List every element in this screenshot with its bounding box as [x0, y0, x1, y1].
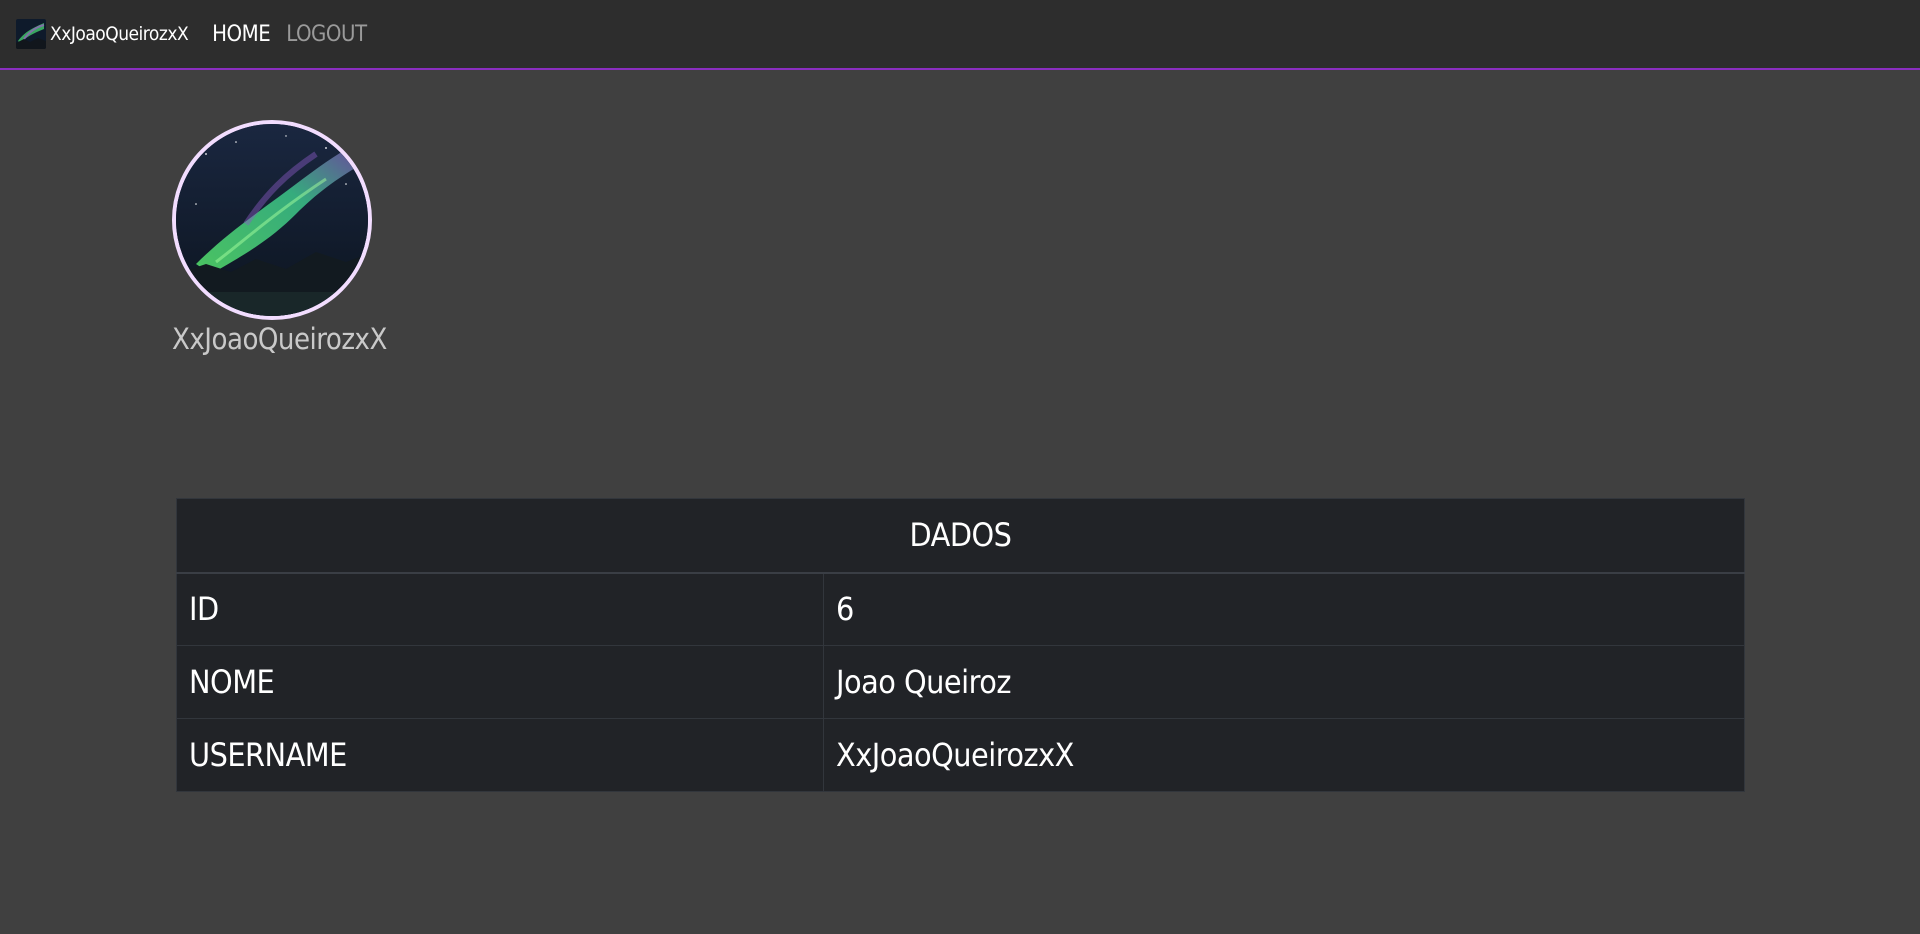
row-label-username: USERNAME: [176, 718, 824, 792]
row-value-id: 6: [823, 572, 1745, 646]
brand-label: XxJoaoQueirozxX: [50, 23, 189, 45]
avatar: [172, 120, 372, 320]
table-header-title: DADOS: [176, 498, 1745, 574]
avatar-aurora-image: [176, 124, 368, 316]
user-data-table: DADOS ID 6 NOME Joao Queiroz USERNAME Xx…: [176, 498, 1745, 792]
nav-logout-link[interactable]: LOGOUT: [286, 22, 367, 47]
top-navbar: XxJoaoQueirozxX HOME LOGOUT: [0, 0, 1920, 70]
row-label-id: ID: [176, 572, 824, 646]
profile-username: XxJoaoQueirozxX: [172, 322, 387, 356]
nav-home-link[interactable]: HOME: [212, 22, 271, 47]
table-row-nome: NOME Joao Queiroz: [176, 645, 1745, 719]
profile-card: XxJoaoQueirozxX: [172, 120, 387, 356]
brand-aurora-thumbnail: [16, 19, 46, 49]
table-header-row: DADOS: [176, 498, 1745, 574]
row-value-username: XxJoaoQueirozxX: [823, 718, 1745, 792]
row-label-nome: NOME: [176, 645, 824, 719]
table-row-username: USERNAME XxJoaoQueirozxX: [176, 718, 1745, 792]
brand-link[interactable]: XxJoaoQueirozxX: [16, 19, 189, 49]
table-row-id: ID 6: [176, 572, 1745, 646]
row-value-nome: Joao Queiroz: [823, 645, 1745, 719]
